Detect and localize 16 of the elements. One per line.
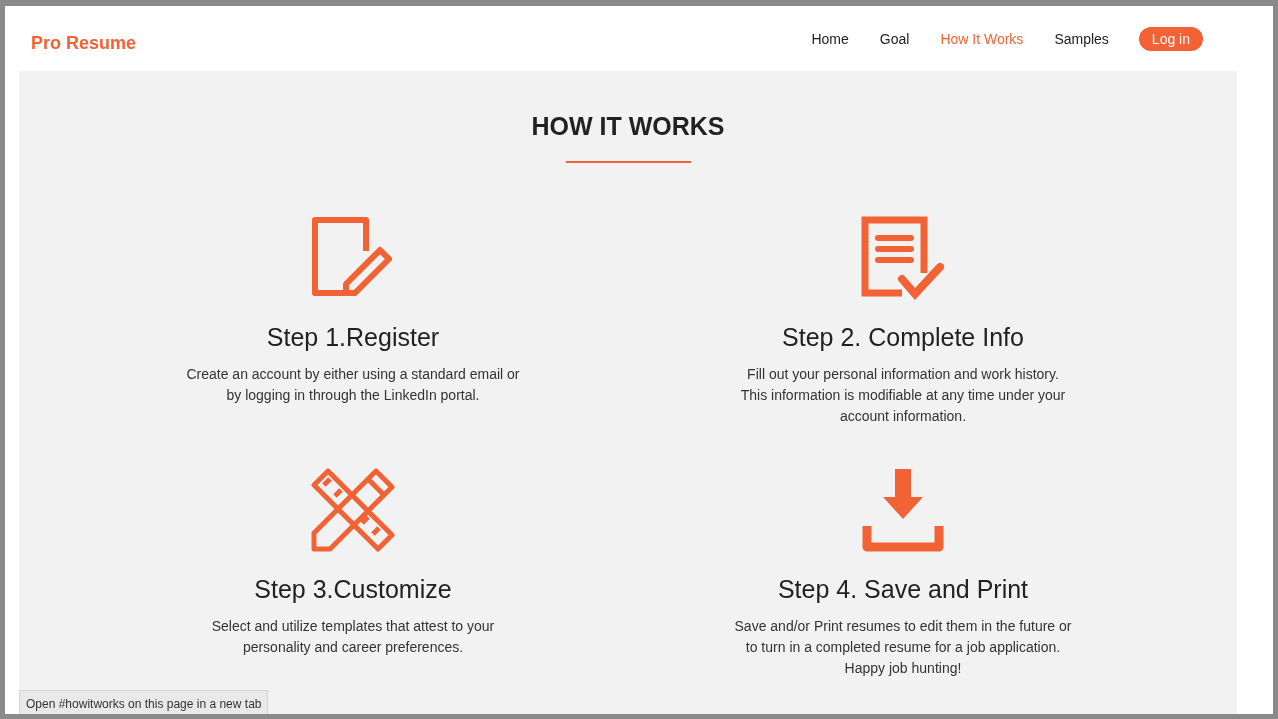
download-icon — [860, 467, 946, 553]
step-title: Step 1.Register — [266, 323, 440, 352]
step-title: Step 4. Save and Print — [777, 575, 1029, 604]
nav-link[interactable]: Goal — [879, 30, 910, 47]
ruler-pencil-icon — [310, 467, 396, 553]
step-title: Step 2. Complete Info — [782, 323, 1024, 352]
step-description: Select and utilize templates that attest to your personality and career preferences. — [210, 617, 496, 657]
section-title: HOW IT WORKS — [531, 112, 725, 141]
nav-link[interactable]: Home — [811, 30, 849, 47]
step-description: Create an account by either using a standard email or by logging in through the LinkedIn portal. — [185, 365, 521, 405]
document-check-icon — [860, 215, 946, 301]
step-description: Fill out your personal information and work history. This information is modifiable at any time under your account information. — [739, 365, 1067, 426]
nav-link[interactable]: Samples — [1054, 30, 1109, 47]
status-bar: Open #howitworks on this page in a new tab — [19, 690, 269, 714]
step-description: Save and/or Print resumes to edit them in the future or to turn in a completed resume for a job application. Happy job hunting! — [733, 617, 1073, 678]
step-title: Step 3.Customize — [254, 575, 452, 604]
